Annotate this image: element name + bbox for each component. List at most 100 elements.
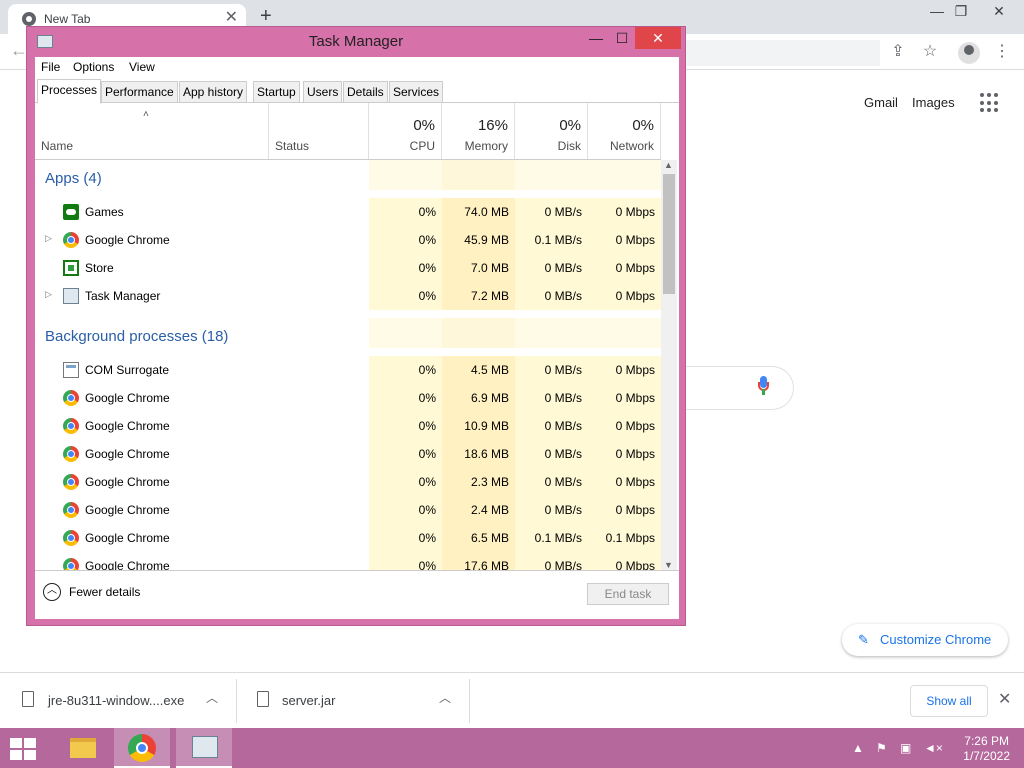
process-row[interactable]: Games 0% 74.0 MB 0 MB/s 0 Mbps	[35, 198, 661, 226]
process-network: 0 Mbps	[615, 391, 655, 405]
tab-services[interactable]: Services	[389, 81, 444, 103]
process-cpu: 0%	[418, 419, 436, 433]
process-memory: 17.6 MB	[464, 559, 509, 570]
expand-chevron-icon[interactable]: ▷	[45, 233, 52, 244]
column-disk[interactable]: 0% Disk	[515, 103, 588, 159]
profile-avatar[interactable]	[958, 42, 980, 64]
download-item[interactable]: jre-8u311-window....exe ︿	[0, 673, 236, 729]
chrome-taskbar-button[interactable]	[114, 728, 170, 768]
clock[interactable]: 7:26 PM 1/7/2022	[963, 734, 1010, 764]
download-filename: jre-8u311-window....exe	[48, 693, 185, 708]
process-row[interactable]: Google Chrome 0% 2.3 MB 0 MB/s 0 Mbps	[35, 468, 661, 496]
column-tint	[442, 318, 515, 348]
process-row[interactable]: Google Chrome 0% 10.9 MB 0 MB/s 0 Mbps	[35, 412, 661, 440]
new-tab-button[interactable]: +	[260, 4, 272, 28]
column-status[interactable]: Status	[269, 103, 369, 159]
menu-options[interactable]: Options	[73, 60, 114, 74]
tab-close-icon[interactable]: ✕	[225, 8, 238, 28]
chevron-up-icon[interactable]: ︿	[206, 689, 218, 706]
process-memory: 18.6 MB	[464, 447, 509, 461]
scroll-up-icon[interactable]: ▲	[664, 160, 673, 170]
process-row[interactable]: ▷ Google Chrome 0% 45.9 MB 0.1 MB/s 0 Mbps	[35, 226, 661, 254]
chrome-icon	[63, 418, 79, 434]
process-row[interactable]: Google Chrome 0% 6.5 MB 0.1 MB/s 0.1 Mbps	[35, 524, 661, 552]
column-name[interactable]: ˄ Name	[35, 103, 269, 159]
more-menu-icon[interactable]: ⋮	[990, 40, 1014, 64]
images-link[interactable]: Images	[912, 95, 955, 110]
column-percent: 16%	[477, 117, 508, 134]
column-tint	[515, 318, 588, 348]
tab-processes[interactable]: Processes	[37, 79, 102, 104]
process-network: 0 Mbps	[615, 475, 655, 489]
network-icon[interactable]: ▣	[900, 741, 911, 755]
volume-muted-icon[interactable]: ◄×	[924, 741, 943, 755]
file-icon	[257, 691, 269, 707]
process-name: Google Chrome	[85, 503, 170, 517]
bookmark-star-icon[interactable]: ☆	[918, 40, 942, 64]
file-explorer-button[interactable]	[54, 728, 110, 768]
process-name: Google Chrome	[85, 559, 170, 570]
scroll-thumb[interactable]	[663, 174, 675, 294]
column-label: Status	[275, 139, 310, 153]
column-label: Disk	[557, 139, 581, 153]
google-apps-icon[interactable]	[980, 93, 1000, 113]
process-disk: 0.1 MB/s	[534, 531, 582, 545]
customize-chrome-button[interactable]: ✎ Customize Chrome	[842, 624, 1008, 656]
pencil-icon: ✎	[858, 632, 869, 647]
close-shelf-icon[interactable]: ✕	[998, 689, 1011, 709]
menu-view[interactable]: View	[129, 60, 155, 74]
gmail-link[interactable]: Gmail	[864, 95, 898, 110]
close-window-button[interactable]: ✕	[982, 0, 1016, 22]
download-item[interactable]: server.jar ︿	[237, 673, 469, 729]
end-task-button[interactable]: End task	[587, 583, 669, 605]
download-filename: server.jar	[282, 693, 336, 708]
tab-users[interactable]: Users	[303, 81, 343, 103]
process-row[interactable]: COM Surrogate 0% 4.5 MB 0 MB/s 0 Mbps	[35, 356, 661, 384]
column-label: CPU	[409, 139, 435, 153]
process-cpu: 0%	[418, 447, 436, 461]
chrome-icon	[63, 558, 79, 570]
process-row[interactable]: Google Chrome 0% 18.6 MB 0 MB/s 0 Mbps	[35, 440, 661, 468]
restore-button[interactable]: ❐	[944, 0, 978, 22]
scroll-down-icon[interactable]: ▼	[664, 560, 673, 570]
tab-app-history[interactable]: App history	[179, 81, 248, 103]
process-memory: 6.9 MB	[470, 391, 509, 405]
expand-chevron-icon[interactable]: ▷	[45, 289, 52, 300]
address-bar[interactable]	[660, 40, 880, 66]
maximize-button[interactable]: ☐	[607, 27, 637, 49]
flag-icon[interactable]: ⚑	[876, 741, 887, 755]
process-row[interactable]: Google Chrome 0% 17.6 MB 0 MB/s 0 Mbps	[35, 552, 661, 570]
column-memory[interactable]: 16% Memory	[442, 103, 515, 159]
process-memory: 6.5 MB	[470, 531, 509, 545]
process-name: COM Surrogate	[85, 363, 170, 377]
process-memory: 2.3 MB	[470, 475, 509, 489]
column-cpu[interactable]: 0% CPU	[369, 103, 442, 159]
divider	[469, 679, 470, 723]
fewer-details-button[interactable]: ︿ Fewer details	[43, 583, 140, 601]
share-icon[interactable]: ⇪	[886, 40, 910, 64]
task-manager-taskbar-button[interactable]	[176, 728, 232, 768]
process-name: Google Chrome	[85, 233, 170, 247]
tab-performance[interactable]: Performance	[101, 81, 178, 103]
menu-file[interactable]: File	[41, 60, 60, 74]
clock-time: 7:26 PM	[964, 734, 1009, 748]
process-row[interactable]: ▷ Task Manager 0% 7.2 MB 0 MB/s 0 Mbps	[35, 282, 661, 310]
column-network[interactable]: 0% Network	[588, 103, 661, 159]
process-disk: 0 MB/s	[544, 363, 582, 377]
process-row[interactable]: Store 0% 7.0 MB 0 MB/s 0 Mbps	[35, 254, 661, 282]
process-row[interactable]: Google Chrome 0% 2.4 MB 0 MB/s 0 Mbps	[35, 496, 661, 524]
chevron-up-icon[interactable]: ▲	[852, 741, 864, 755]
google-search-box[interactable]	[684, 366, 794, 410]
tab-details[interactable]: Details	[343, 81, 388, 103]
scrollbar[interactable]: ▲ ▼	[661, 160, 677, 570]
process-memory: 7.2 MB	[470, 289, 509, 303]
process-row[interactable]: Google Chrome 0% 6.9 MB 0 MB/s 0 Mbps	[35, 384, 661, 412]
microphone-icon[interactable]	[758, 376, 769, 398]
tab-startup[interactable]: Startup	[253, 81, 300, 103]
show-all-button[interactable]: Show all	[910, 685, 988, 717]
divider	[35, 570, 679, 571]
chevron-up-icon[interactable]: ︿	[439, 689, 451, 706]
windows-start-icon[interactable]	[10, 738, 38, 760]
process-network: 0 Mbps	[615, 447, 655, 461]
close-button[interactable]: ✕	[635, 27, 681, 49]
